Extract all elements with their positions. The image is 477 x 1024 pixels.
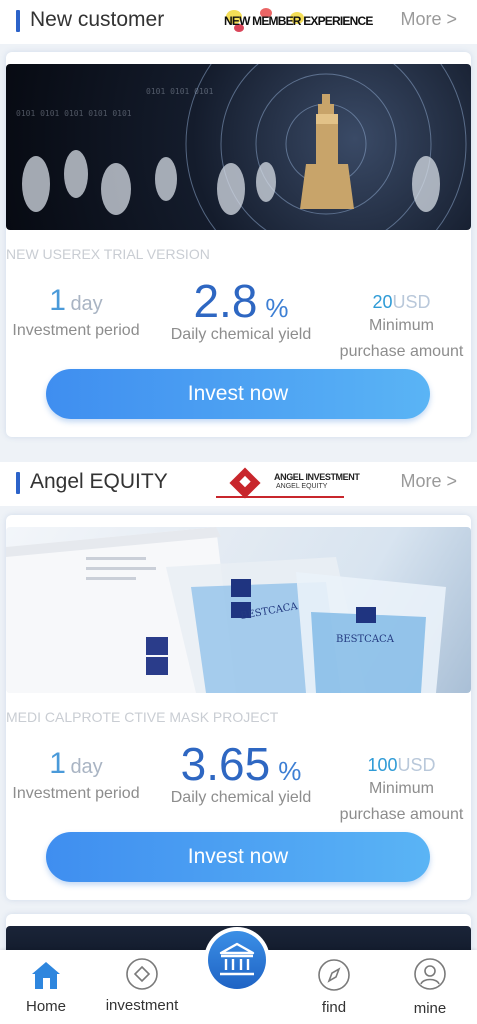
section-header-angel-equity: Angel EQUITY ANGEL INVESTMENT ANGEL EQUI… (0, 462, 477, 506)
center-action-circle (208, 931, 266, 989)
section-accent-bar (16, 472, 20, 494)
product-card-mask: BESTCACA BESTCACA MEDI CALPROTE CTIVE MA… (6, 515, 471, 900)
investment-period-stat: 1 day Investment period (6, 284, 146, 344)
min-label-line1: Minimum (369, 780, 434, 797)
yield-unit: % (278, 756, 302, 786)
section-accent-bar (16, 10, 20, 32)
yield-label: Daily chemical yield (170, 789, 312, 806)
project-name: MEDI CALPROTE CTIVE MASK PROJECT (6, 709, 279, 725)
more-link[interactable]: More > (400, 471, 457, 492)
section-header-new-customer: New customer NEW MEMBER EXPERIENCE More … (0, 0, 477, 44)
section-title: New customer (30, 8, 165, 31)
yield-value: 2.8 (193, 275, 258, 327)
min-unit: USD (392, 292, 431, 312)
investment-period-stat: 1 day Investment period (6, 747, 146, 807)
home-icon (32, 962, 60, 989)
min-value: 20 (372, 292, 393, 312)
tab-label: mine (413, 1000, 447, 1017)
svg-text:0101 0101 0101: 0101 0101 0101 (146, 87, 214, 96)
tab-home[interactable]: Home (1, 950, 91, 1024)
min-value: 100 (367, 755, 398, 775)
period-unit: day (70, 293, 103, 315)
daily-yield-stat: 2.8% Daily chemical yield (161, 274, 321, 348)
bank-icon (219, 942, 255, 976)
period-unit: day (70, 756, 103, 778)
minimum-purchase-stat: 20USD Minimum purchase amount (334, 292, 469, 365)
diamond-icon (126, 958, 158, 990)
yield-label: Daily chemical yield (170, 326, 312, 343)
section-title: Angel EQUITY (30, 470, 168, 493)
daily-yield-stat: 3.65% Daily chemical yield (161, 737, 321, 811)
new-member-experience-logo: NEW MEMBER EXPERIENCE (220, 8, 373, 34)
product-card-trial: 0101 0101 0101 0101 0101 0101 0101 0101 … (6, 52, 471, 437)
tab-mine[interactable]: mine (385, 950, 475, 1024)
svg-text:0101 0101 0101 0101 0101: 0101 0101 0101 0101 0101 (16, 109, 132, 118)
tab-label: Home (25, 998, 66, 1015)
period-label: Investment period (12, 322, 140, 339)
min-label-line1: Minimum (369, 317, 434, 334)
yield-unit: % (265, 293, 289, 323)
min-unit: USD (397, 755, 436, 775)
product-image-mask: BESTCACA BESTCACA (6, 527, 471, 693)
period-label: Investment period (12, 785, 140, 802)
minimum-purchase-stat: 100USD Minimum purchase amount (334, 755, 469, 828)
tab-investment[interactable]: investment (97, 950, 187, 1024)
min-label-line2: purchase amount (339, 343, 464, 360)
product-image-chess: 0101 0101 0101 0101 0101 0101 0101 0101 (6, 64, 471, 230)
invest-now-button[interactable]: Invest now (46, 369, 430, 419)
more-link[interactable]: More > (400, 9, 457, 30)
project-name: NEW USEREX TRIAL VERSION (6, 246, 210, 262)
tab-label: investment (105, 997, 179, 1014)
user-icon (414, 958, 446, 990)
compass-icon (318, 959, 350, 991)
tab-find[interactable]: find (289, 950, 379, 1024)
angel-investment-logo: ANGEL INVESTMENT ANGEL EQUITY (216, 467, 360, 500)
period-value: 1 (49, 747, 66, 780)
tab-label: find (321, 999, 347, 1016)
mask-brand-text: BESTCACA (336, 634, 395, 645)
center-action-button[interactable] (204, 927, 270, 993)
yield-value: 3.65 (180, 738, 271, 790)
period-value: 1 (49, 284, 66, 317)
min-label-line2: purchase amount (339, 806, 464, 823)
invest-now-button[interactable]: Invest now (46, 832, 430, 882)
